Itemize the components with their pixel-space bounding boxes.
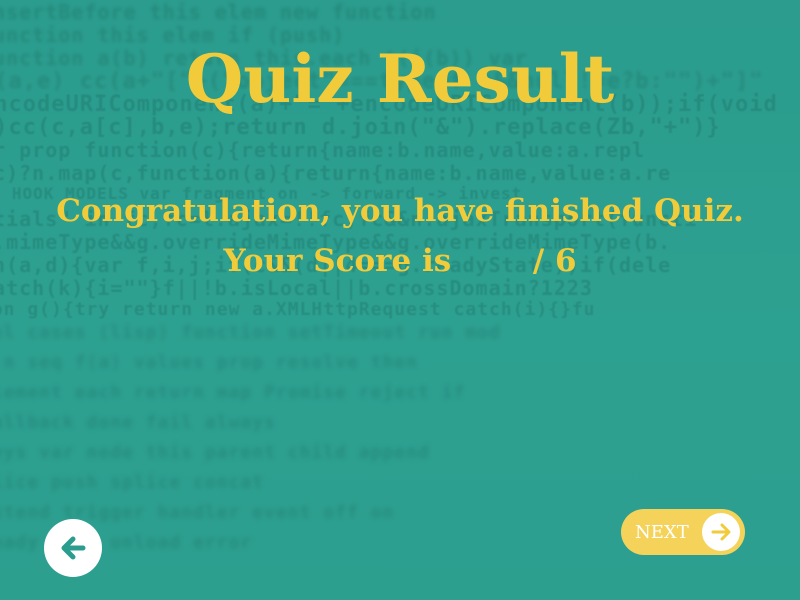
background-code-line: extend trigger handler event off on: [0, 502, 395, 523]
next-arrow-circle: [702, 513, 740, 551]
congratulation-text: Congratulation, you have finished Quiz.: [56, 193, 744, 229]
background-code-line: callback done fail always: [0, 412, 276, 433]
background-code-line: element each return map Promise reject i…: [0, 382, 466, 403]
background-code-line: ready load unload error: [0, 532, 253, 553]
background-code-line: er prop function(c){return{name:b.name,v…: [0, 138, 646, 162]
background-code-line: insertBefore this elem new function: [0, 0, 437, 24]
arrow-right-icon: [711, 523, 731, 541]
background-code-line: keys var node this parent child append: [0, 442, 430, 463]
background-code-line: t n seq f(a) values prop resolve then: [0, 352, 418, 373]
background-code-line: a)cc(c,a[c],b,e);return d.join("&").repl…: [0, 115, 721, 140]
page-title: Quiz Result: [185, 40, 615, 118]
back-button[interactable]: [44, 519, 102, 577]
background-code-line: ion g(){try return new a.XMLHttpRequest …: [0, 299, 596, 320]
next-label: NEXT: [635, 521, 689, 543]
background-code-line: cel cases (lisp) function setTimeout run…: [0, 322, 501, 343]
score-prefix: Your Score is: [223, 243, 452, 279]
score-total: / 6: [532, 243, 577, 279]
result-message: Congratulation, you have finished Quiz. …: [0, 186, 800, 286]
arrow-left-icon: [61, 536, 86, 560]
background-code-line: (c)?n.map(c,function(a){return{name:b.na…: [0, 161, 672, 185]
background-code-line: slice push splice concat: [0, 472, 265, 493]
score-line: Your Score is / 6: [0, 236, 800, 286]
next-button[interactable]: NEXT: [621, 509, 745, 555]
